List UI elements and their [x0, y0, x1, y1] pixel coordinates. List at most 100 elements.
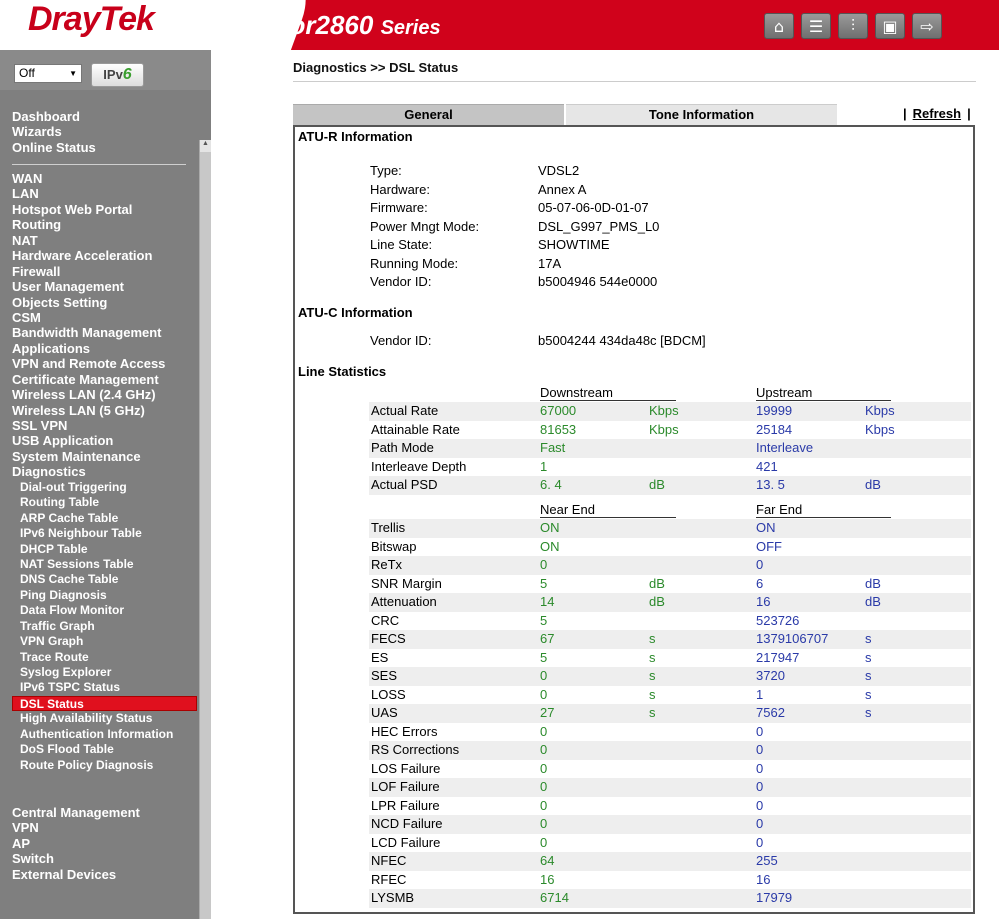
sidebar-item-nat-sessions-table[interactable]: NAT Sessions Table [12, 557, 197, 572]
sidebar-item-wizards[interactable]: Wizards [12, 124, 197, 139]
sidebar-item-wireless-lan-2-4-ghz[interactable]: Wireless LAN (2.4 GHz) [12, 387, 197, 402]
sidebar-item-dns-cache-table[interactable]: DNS Cache Table [12, 572, 197, 587]
list-icon[interactable]: ☰ [801, 13, 831, 39]
sidebar-item-dial-out-triggering[interactable]: Dial-out Triggering [12, 480, 197, 495]
sidebar-item-dashboard[interactable]: Dashboard [12, 109, 197, 124]
sidebar-item-bandwidth-management[interactable]: Bandwidth Management [12, 325, 197, 340]
upstream-unit: s [865, 631, 872, 646]
stat-label: SNR Margin [371, 575, 442, 591]
stat-row: RS Corrections 0 0 [369, 741, 971, 760]
stat-label: CRC [371, 612, 400, 628]
upstream-value: 421 [756, 458, 778, 474]
logout-icon[interactable]: ⇨ [912, 13, 942, 39]
upstream-value: 7562 [756, 705, 785, 720]
sidebar-item-arp-cache-table[interactable]: ARP Cache Table [12, 511, 197, 526]
sidebar-item-trace-route[interactable]: Trace Route [12, 650, 197, 665]
sidebar-item-wan[interactable]: WAN [12, 171, 197, 186]
sidebar-item-applications[interactable]: Applications [12, 341, 197, 356]
sidebar-item-certificate-management[interactable]: Certificate Management [12, 372, 197, 387]
sidebar-item-firewall[interactable]: Firewall [12, 264, 197, 279]
refresh-area: | Refresh | [903, 106, 971, 121]
col-head-near-end: Near End [540, 502, 676, 518]
downstream-value: 0 [540, 668, 548, 683]
info-label: Vendor ID: [370, 274, 432, 289]
downstream-value: 27 [540, 705, 555, 720]
sidebar-item-nat[interactable]: NAT [12, 233, 197, 248]
sidebar-item-dos-flood-table[interactable]: DoS Flood Table [12, 742, 197, 757]
sidebar-item-diagnostics[interactable]: Diagnostics [12, 464, 197, 479]
info-value: VDSL2 [538, 163, 580, 178]
sidebar-item-wireless-lan-5-ghz[interactable]: Wireless LAN (5 GHz) [12, 403, 197, 418]
downstream-value: 0 [540, 760, 548, 776]
downstream-unit: s [649, 631, 656, 646]
sidebar-item-routing[interactable]: Routing [12, 217, 197, 232]
stat-label: FECS [371, 631, 406, 646]
tab-tone-information[interactable]: Tone Information [566, 104, 837, 126]
stat-label: Interleave Depth [371, 458, 467, 474]
sidebar-item-central-management[interactable]: Central Management [12, 805, 197, 820]
sidebar-item-usb-application[interactable]: USB Application [12, 433, 197, 448]
sidebar-item-hotspot-web-portal[interactable]: Hotspot Web Portal [12, 202, 197, 217]
sidebar-item-dhcp-table[interactable]: DHCP Table [12, 542, 197, 557]
sidebar-item-online-status[interactable]: Online Status [12, 140, 197, 155]
sidebar-item-ssl-vpn[interactable]: SSL VPN [12, 418, 197, 433]
ipv6-button[interactable]: IPv6 [91, 63, 144, 87]
tab-general[interactable]: General [293, 104, 564, 126]
upstream-value: 0 [756, 816, 764, 831]
info-value: DSL_G997_PMS_L0 [538, 218, 660, 234]
home-icon[interactable]: ⌂ [764, 13, 794, 39]
menu-divider [12, 164, 186, 165]
sidebar-item-user-management[interactable]: User Management [12, 279, 197, 294]
sidebar-item-data-flow-monitor[interactable]: Data Flow Monitor [12, 603, 197, 618]
sidebar-item-vpn[interactable]: VPN [12, 820, 197, 835]
sidebar-scrollbar[interactable]: ▲ [199, 140, 211, 919]
stat-row: LOS Failure 0 0 [369, 760, 971, 779]
sidebar-item-dsl-status[interactable]: DSL Status [12, 695, 197, 712]
sidebar-item-ipv6-tspc-status[interactable]: IPv6 TSPC Status [12, 680, 197, 695]
sidebar-item-traffic-graph[interactable]: Traffic Graph [12, 619, 197, 634]
stat-row: FECS 67 s 1379106707 s [369, 630, 971, 649]
sidebar-item-objects-setting[interactable]: Objects Setting [12, 295, 197, 310]
downstream-value: 14 [540, 594, 555, 609]
sidebar-item-ping-diagnosis[interactable]: Ping Diagnosis [12, 588, 197, 603]
downstream-value: 5 [540, 575, 548, 591]
atuc-title: ATU-C Information [298, 305, 413, 320]
sidebar-item-vpn-graph[interactable]: VPN Graph [12, 634, 197, 649]
upstream-value: OFF [756, 538, 782, 554]
upstream-value: 1379106707 [756, 631, 829, 646]
sidebar-item-csm[interactable]: CSM [12, 310, 197, 325]
sidebar-item-ap[interactable]: AP [12, 836, 197, 851]
sidebar-item-syslog-explorer[interactable]: Syslog Explorer [12, 665, 197, 680]
stat-row: CRC 5 523726 [369, 612, 971, 631]
downstream-value: ON [540, 520, 560, 535]
stat-label: ReTx [371, 557, 403, 572]
sidebar-item-hardware-acceleration[interactable]: Hardware Acceleration [12, 248, 197, 263]
downstream-value: 67000 [540, 403, 577, 418]
sidebar-item-lan[interactable]: LAN [12, 186, 197, 201]
stat-label: Attainable Rate [371, 421, 460, 437]
sidebar-item-high-availability-status[interactable]: High Availability Status [12, 711, 197, 726]
sidebar-item-vpn-and-remote-access[interactable]: VPN and Remote Access [12, 356, 197, 371]
sidebar-item-route-policy-diagnosis[interactable]: Route Policy Diagnosis [12, 758, 197, 773]
refresh-link[interactable]: Refresh [913, 106, 961, 121]
upstream-unit: dB [865, 477, 881, 492]
upstream-value: 0 [756, 779, 764, 794]
save-icon[interactable]: ▣ [875, 13, 905, 39]
downstream-value: 5 [540, 612, 548, 628]
language-select[interactable]: Off ▼ [14, 64, 82, 83]
upstream-value: 523726 [756, 612, 800, 628]
stat-label: LOF Failure [371, 779, 440, 794]
sidebar-item-external-devices[interactable]: External Devices [12, 867, 197, 882]
sidebar-item-authentication-information[interactable]: Authentication Information [12, 727, 197, 742]
stat-row: ReTx 0 0 [369, 556, 971, 575]
stat-row: LCD Failure 0 0 [369, 834, 971, 853]
menu-group-main: Dashboard Wizards Online Status [12, 109, 197, 155]
sidebar-item-switch[interactable]: Switch [12, 851, 197, 866]
upstream-value: 0 [756, 834, 764, 850]
sidebar-item-routing-table[interactable]: Routing Table [12, 495, 197, 510]
upstream-value: Interleave [756, 440, 814, 455]
downstream-unit: s [649, 649, 656, 665]
sidebar-item-ipv6-neighbour-table[interactable]: IPv6 Neighbour Table [12, 526, 197, 541]
sidebar-item-system-maintenance[interactable]: System Maintenance [12, 449, 197, 464]
settings-sliders-icon[interactable]: ⫶ [838, 13, 868, 39]
